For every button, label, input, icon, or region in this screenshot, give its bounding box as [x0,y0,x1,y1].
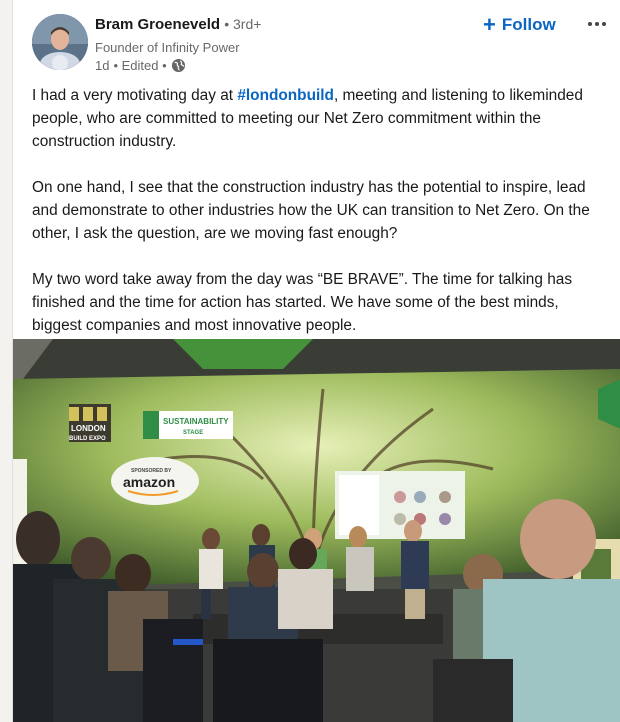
feed-post-card: Bram Groeneveld • 3rd+ Founder of Infini… [12,0,620,722]
post-time: 1d [95,58,110,73]
author-headline: Founder of Infinity Power [95,40,240,55]
author-avatar[interactable] [32,14,88,70]
follow-label: Follow [501,15,556,34]
post-paragraph-1: I had a very motivating day at #londonbu… [32,84,612,153]
post-edited: • Edited • [113,58,167,73]
author-name-row: Bram Groeneveld • 3rd+ [95,16,261,33]
post-header: Bram Groeneveld • 3rd+ Founder of Infini… [13,0,620,80]
sustainability-stage-line2: STAGE [183,430,203,436]
follow-button[interactable]: + Follow [483,12,556,38]
post-meta: 1d • Edited • [95,58,186,73]
post-paragraph-3: My two word take away from the day was “… [32,271,573,334]
sponsor-name: amazon [123,474,175,490]
london-build-sign-line2: BUILD EXPO [69,436,106,442]
post-body: I had a very motivating day at #londonbu… [32,84,612,360]
more-options-icon[interactable] [581,10,613,38]
hashtag-link[interactable]: #londonbuild [237,87,334,104]
sustainability-stage-line1: SUSTAINABILITY [163,417,229,426]
author-name[interactable]: Bram Groeneveld [95,16,220,33]
plus-icon: + [483,12,496,37]
post-image[interactable]: LONDON BUILD EXPO SUSTAINABILITY STAGE S… [13,339,620,722]
globe-icon [171,58,186,73]
post-paragraph-2: On one hand, I see that the construction… [32,179,590,242]
connection-degree: • 3rd+ [224,16,262,32]
post-text-segment: I had a very motivating day at [32,87,238,104]
london-build-sign-line1: LONDON [71,424,106,433]
